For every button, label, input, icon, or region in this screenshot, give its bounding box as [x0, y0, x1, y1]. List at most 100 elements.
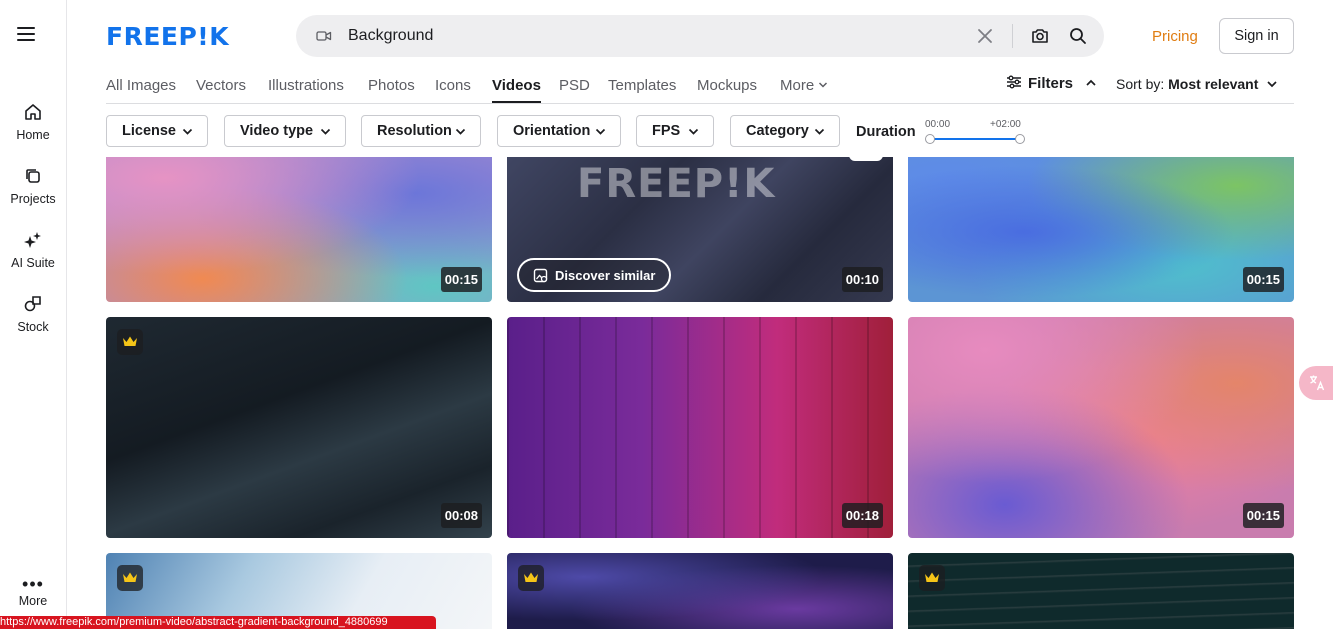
sidebar: Home Projects AI Suite Stock ••• More	[0, 0, 67, 629]
sparkle-icon	[23, 230, 43, 250]
chevron-down-icon	[688, 127, 699, 136]
tab-templates[interactable]: Templates	[608, 77, 676, 94]
sidebar-item-label: More	[0, 594, 66, 608]
video-card[interactable]	[507, 553, 893, 629]
duration-badge: 00:15	[1243, 267, 1284, 292]
filter-label: License	[122, 123, 176, 139]
sidebar-item-label: Stock	[0, 320, 66, 334]
sort-value: Most relevant	[1168, 76, 1258, 92]
crown-icon	[122, 571, 138, 585]
duration-slider[interactable]: 00:00 +02:00	[924, 115, 1034, 147]
discover-similar-button[interactable]: Discover similar	[517, 258, 671, 292]
search-divider	[1012, 24, 1013, 48]
tab-mockups[interactable]: Mockups	[697, 77, 757, 94]
filters-toggle[interactable]: Filters	[1006, 75, 1097, 92]
filter-label: FPS	[652, 123, 680, 139]
filter-resolution[interactable]: Resolution	[361, 115, 481, 147]
tab-vectors[interactable]: Vectors	[196, 77, 246, 94]
filter-video-type[interactable]: Video type	[224, 115, 346, 147]
duration-badge: 00:10	[842, 267, 883, 292]
filters-label: Filters	[1028, 75, 1073, 92]
sliders-icon	[1006, 75, 1022, 89]
top-bar: FREEP!K Pricing Sign in	[67, 0, 1333, 72]
sidebar-item-stock[interactable]: Stock	[0, 294, 66, 334]
premium-badge	[518, 565, 544, 591]
video-card[interactable]: 00:08	[106, 317, 492, 538]
crown-icon	[523, 571, 539, 585]
chevron-up-icon	[1085, 78, 1097, 88]
tab-illustrations[interactable]: Illustrations	[268, 77, 344, 94]
card-menu-toggle[interactable]	[849, 157, 883, 161]
search-bar	[296, 15, 1104, 57]
tab-videos[interactable]: Videos	[492, 77, 541, 94]
image-search-icon	[533, 268, 549, 284]
duration-min: 00:00	[925, 119, 950, 130]
filter-orientation[interactable]: Orientation	[497, 115, 621, 147]
filter-label: Video type	[240, 123, 313, 139]
tab-icons[interactable]: Icons	[435, 77, 471, 94]
duration-badge: 00:18	[842, 503, 883, 528]
duration-max: +02:00	[990, 119, 1021, 130]
premium-badge	[919, 565, 945, 591]
discover-similar-label: Discover similar	[555, 268, 655, 283]
sort-dropdown[interactable]: Sort by: Most relevant	[1116, 76, 1278, 92]
video-card[interactable]: 00:18	[507, 317, 893, 538]
sidebar-item-more[interactable]: ••• More	[0, 574, 66, 608]
camera-icon[interactable]	[1030, 26, 1050, 46]
translate-button[interactable]	[1299, 366, 1333, 400]
crown-icon	[122, 335, 138, 349]
chevron-down-icon	[1266, 79, 1278, 89]
link-status-bar: https://www.freepik.com/premium-video/ab…	[0, 616, 436, 629]
duration-badge: 00:15	[1243, 503, 1284, 528]
video-card[interactable]: 00:15	[106, 157, 492, 302]
sidebar-item-ai-suite[interactable]: AI Suite	[0, 230, 66, 270]
sidebar-item-label: Home	[0, 128, 66, 142]
freepik-logo[interactable]: FREEP!K	[106, 22, 229, 51]
tab-more[interactable]: More	[780, 77, 828, 94]
tab-all-images[interactable]: All Images	[106, 77, 176, 94]
more-dots-icon: •••	[0, 574, 66, 594]
chevron-down-icon	[814, 127, 825, 136]
sidebar-item-projects[interactable]: Projects	[0, 166, 66, 206]
content-type-tabs: All Images Vectors Illustrations Photos …	[106, 72, 1294, 104]
chevron-down-icon	[595, 127, 606, 136]
chevron-down-icon	[818, 80, 828, 90]
clear-icon[interactable]	[976, 27, 994, 45]
sign-in-button[interactable]: Sign in	[1219, 18, 1294, 54]
menu-icon[interactable]	[17, 27, 35, 43]
tab-photos[interactable]: Photos	[368, 77, 415, 94]
search-icon[interactable]	[1068, 26, 1088, 46]
home-icon	[23, 102, 43, 122]
sidebar-item-home[interactable]: Home	[0, 102, 66, 142]
sidebar-item-label: AI Suite	[0, 256, 66, 270]
search-input[interactable]	[348, 15, 948, 57]
crown-icon	[924, 571, 940, 585]
slider-max-handle[interactable]	[1015, 134, 1025, 144]
duration-badge: 00:08	[441, 503, 482, 528]
filter-fps[interactable]: FPS	[636, 115, 714, 147]
video-card[interactable]: FREEP!K Discover similar 00:10	[507, 157, 893, 302]
video-camera-icon	[316, 28, 332, 44]
translate-icon	[1308, 374, 1326, 392]
filter-label: Resolution	[377, 123, 452, 139]
sort-prefix: Sort by:	[1116, 76, 1164, 92]
filter-bar: License Video type Resolution Orientatio…	[106, 115, 1294, 147]
chevron-down-icon	[320, 127, 331, 136]
sidebar-item-label: Projects	[0, 192, 66, 206]
shapes-icon	[23, 294, 43, 314]
filter-license[interactable]: License	[106, 115, 208, 147]
tab-more-label: More	[780, 77, 814, 94]
premium-badge	[117, 329, 143, 355]
duration-badge: 00:15	[441, 267, 482, 292]
pricing-link[interactable]: Pricing	[1152, 28, 1198, 45]
video-card[interactable]: 00:15	[908, 157, 1294, 302]
video-card[interactable]	[908, 553, 1294, 629]
projects-icon	[23, 166, 43, 186]
chevron-down-icon	[182, 127, 193, 136]
duration-label: Duration	[856, 124, 916, 140]
slider-min-handle[interactable]	[925, 134, 935, 144]
filter-category[interactable]: Category	[730, 115, 840, 147]
tab-psd[interactable]: PSD	[559, 77, 590, 94]
video-card[interactable]: 00:15	[908, 317, 1294, 538]
chevron-down-icon	[455, 127, 466, 136]
